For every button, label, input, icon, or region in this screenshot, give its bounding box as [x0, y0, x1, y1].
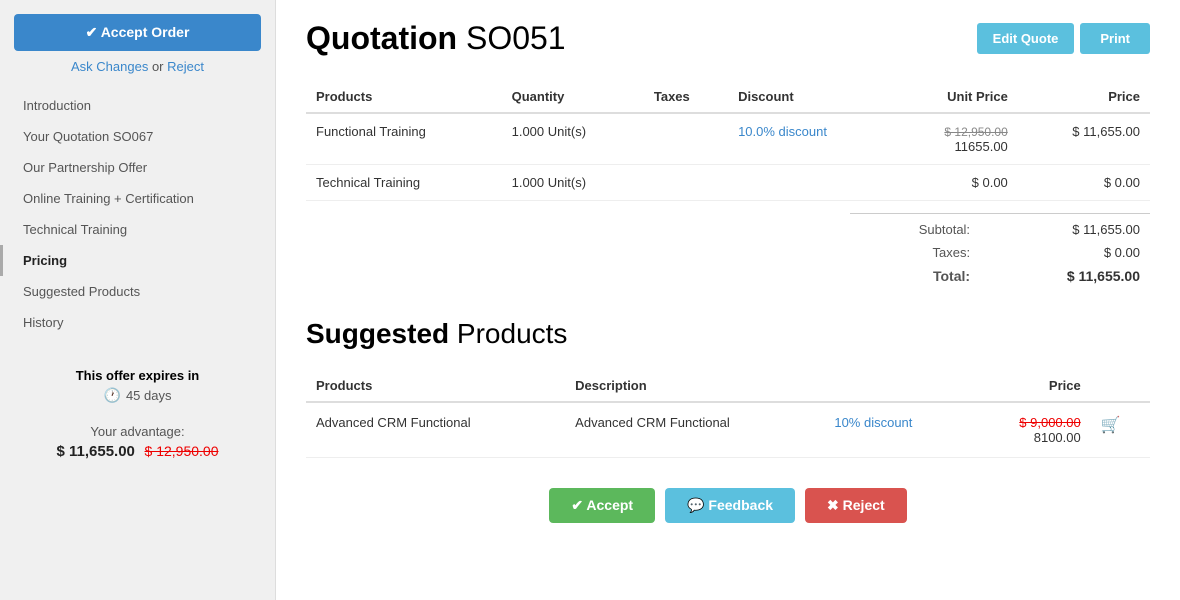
sidebar-item-pricing[interactable]: Pricing [0, 245, 275, 276]
accept-button[interactable]: ✔ Accept [549, 488, 655, 523]
expiry-days: 🕐 45 days [20, 387, 255, 404]
taxes-label: Taxes: [850, 241, 980, 264]
main-header: Quotation SO051 Edit Quote Print [306, 20, 1150, 57]
col-unit-price: Unit Price [892, 81, 1018, 113]
products-table: Products Quantity Taxes Discount Unit Pr… [306, 81, 1150, 201]
product-price: $ 11,655.00 [1018, 113, 1150, 165]
subtotal-value: $ 11,655.00 [980, 214, 1150, 242]
sidebar-item-suggested-products[interactable]: Suggested Products [0, 276, 275, 307]
suggested-products-table: Products Description Price Advanced CRM … [306, 370, 1150, 458]
sug-product-description: Advanced CRM Functional [565, 402, 824, 458]
sidebar-item-our-partnership[interactable]: Our Partnership Offer [0, 152, 275, 183]
accept-order-button[interactable]: ✔ Accept Order [14, 14, 261, 51]
cart-icon[interactable]: 🛒 [1101, 417, 1121, 434]
suggested-products-title: Suggested Products [306, 318, 1150, 350]
reject-button[interactable]: ✖ Reject [805, 488, 907, 523]
col-price: Price [1018, 81, 1150, 113]
main-content: Quotation SO051 Edit Quote Print Product… [276, 0, 1180, 600]
sidebar-item-online-training[interactable]: Online Training + Certification [0, 183, 275, 214]
sug-col-description: Description [565, 370, 824, 402]
sidebar-item-technical-training[interactable]: Technical Training [0, 214, 275, 245]
product-row-0: Functional Training 1.000 Unit(s) 10.0% … [306, 113, 1150, 165]
sug-col-products: Products [306, 370, 565, 402]
discount-cell [728, 165, 892, 201]
sidebar-navigation: IntroductionYour Quotation SO067Our Part… [0, 90, 275, 338]
sug-price-cell: $ 9,000.00 8100.00 [970, 402, 1091, 458]
sidebar-current-price: $ 11,655.00 [56, 443, 134, 460]
sidebar-expiry: This offer expires in 🕐 45 days [0, 358, 275, 414]
sug-cart-cell[interactable]: 🛒 [1091, 402, 1150, 458]
sidebar-advantage: Your advantage: [0, 424, 275, 439]
or-text: or [152, 59, 164, 74]
col-taxes: Taxes [644, 81, 728, 113]
sidebar-item-introduction[interactable]: Introduction [0, 90, 275, 121]
sug-product-name: Advanced CRM Functional [306, 402, 565, 458]
totals-section: Subtotal: $ 11,655.00 Taxes: $ 0.00 Tota… [306, 213, 1150, 288]
totals-table: Subtotal: $ 11,655.00 Taxes: $ 0.00 Tota… [850, 213, 1150, 288]
product-taxes [644, 165, 728, 201]
sug-col-discount [824, 370, 970, 402]
unit-price-cell: $ 0.00 [892, 165, 1018, 201]
print-button[interactable]: Print [1080, 23, 1150, 54]
unit-price-cell: $ 12,950.0011655.00 [892, 113, 1018, 165]
quotation-title: Quotation SO051 [306, 20, 566, 57]
col-discount: Discount [728, 81, 892, 113]
feedback-button[interactable]: 💬 Feedback [665, 488, 795, 523]
sidebar-item-your-quotation[interactable]: Your Quotation SO067 [0, 121, 275, 152]
sug-col-price: Price [970, 370, 1091, 402]
header-buttons: Edit Quote Print [977, 23, 1150, 54]
sidebar-prices: $ 11,655.00 $ 12,950.00 [0, 443, 275, 460]
ask-changes-link[interactable]: Ask Changes [71, 59, 148, 74]
total-value: $ 11,655.00 [980, 264, 1150, 288]
suggested-row-0: Advanced CRM Functional Advanced CRM Fun… [306, 402, 1150, 458]
product-taxes [644, 113, 728, 165]
col-products: Products [306, 81, 502, 113]
product-name: Technical Training [306, 165, 502, 201]
subtotal-label: Subtotal: [850, 214, 980, 242]
product-row-1: Technical Training 1.000 Unit(s) $ 0.00 … [306, 165, 1150, 201]
sug-discount-cell: 10% discount [824, 402, 970, 458]
sidebar: ✔ Accept Order Ask Changes or Reject Int… [0, 0, 276, 600]
total-label: Total: [850, 264, 980, 288]
product-price: $ 0.00 [1018, 165, 1150, 201]
sidebar-old-price: $ 12,950.00 [145, 443, 219, 459]
taxes-value: $ 0.00 [980, 241, 1150, 264]
clock-icon: 🕐 [104, 387, 121, 404]
edit-quote-button[interactable]: Edit Quote [977, 23, 1075, 54]
product-quantity: 1.000 Unit(s) [502, 165, 644, 201]
sidebar-actions: Ask Changes or Reject [0, 59, 275, 74]
discount-cell: 10.0% discount [728, 113, 892, 165]
action-buttons: ✔ Accept 💬 Feedback ✖ Reject [306, 488, 1150, 523]
col-quantity: Quantity [502, 81, 644, 113]
product-quantity: 1.000 Unit(s) [502, 113, 644, 165]
reject-link[interactable]: Reject [167, 59, 204, 74]
sug-col-action [1091, 370, 1150, 402]
sidebar-item-history[interactable]: History [0, 307, 275, 338]
product-name: Functional Training [306, 113, 502, 165]
expiry-title: This offer expires in [20, 368, 255, 383]
